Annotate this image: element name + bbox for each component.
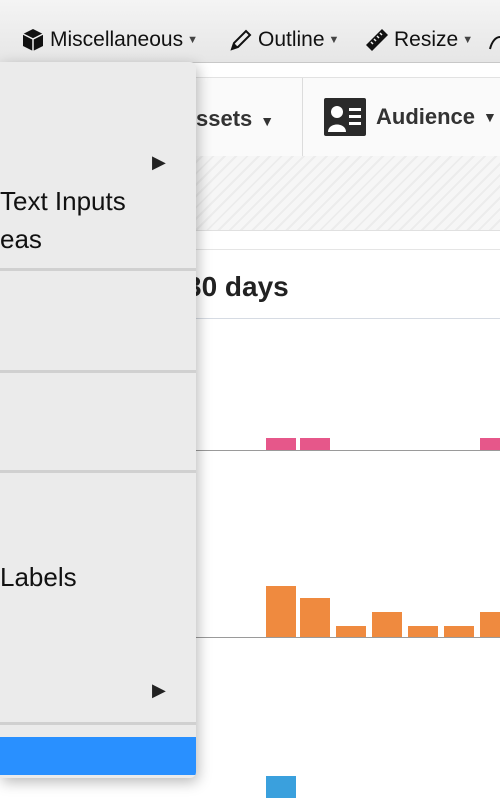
orange-bar <box>300 598 330 637</box>
submenu-arrow-icon: ▶ <box>152 152 166 172</box>
menu-separator <box>0 370 196 373</box>
dropdown-caret-icon: ▼ <box>260 113 275 129</box>
dropdown-caret-icon: ▼ <box>483 109 497 125</box>
orange-bar <box>336 626 366 637</box>
pink-bar <box>480 438 500 450</box>
audience-nav-label: Audience <box>376 104 476 129</box>
menu-separator <box>0 268 196 271</box>
resize-menu-button[interactable]: Resize ▼ <box>364 24 473 56</box>
dropdown-caret-icon: ▼ <box>328 34 340 46</box>
dropdown-caret-icon: ▼ <box>462 34 474 46</box>
audience-icon <box>324 98 366 136</box>
pencil-icon <box>230 29 252 51</box>
assets-nav-item[interactable]: ssets ▼ <box>196 106 274 132</box>
browser-toolbar: Miscellaneous ▼ Outline ▼ Resize ▼ <box>0 0 500 63</box>
menu-item-labels[interactable]: Labels <box>0 562 77 593</box>
menu-item-areas[interactable]: eas <box>0 224 42 255</box>
menu-separator <box>0 722 196 725</box>
dropdown-caret-icon: ▼ <box>187 34 198 46</box>
blue-bar <box>266 776 296 798</box>
outline-menu-button[interactable]: Outline ▼ <box>228 24 339 56</box>
menu-item-text-inputs[interactable]: Text Inputs <box>0 186 126 217</box>
orange-bar <box>372 612 402 637</box>
miscellaneous-menu-button[interactable]: Miscellaneous ▼ <box>20 24 198 56</box>
orange-chart-baseline <box>196 637 500 638</box>
period-title: 30 days <box>186 271 289 302</box>
menu-separator <box>0 470 196 473</box>
menu-item-highlighted[interactable] <box>0 737 196 775</box>
title-underline <box>196 318 500 319</box>
orange-bar <box>408 626 438 637</box>
dropdown-menu: ▶ Text Inputs eas Labels ▶ <box>0 62 196 778</box>
assets-nav-label: ssets <box>196 106 253 131</box>
pink-chart-baseline <box>196 450 500 451</box>
orange-bar <box>266 586 296 637</box>
audience-nav-item[interactable]: Audience ▼ <box>324 93 497 141</box>
resize-label: Resize <box>394 28 459 51</box>
outline-label: Outline <box>258 28 325 51</box>
cube-icon <box>22 29 44 51</box>
submenu-arrow-icon: ▶ <box>152 680 166 700</box>
section-divider <box>196 249 500 250</box>
pink-bar <box>266 438 296 450</box>
orange-bar <box>444 626 474 637</box>
nav-divider <box>302 78 303 156</box>
pink-bar <box>300 438 330 450</box>
miscellaneous-label: Miscellaneous <box>50 28 184 51</box>
ruler-icon <box>366 29 388 51</box>
overflow-tool-icon[interactable] <box>488 24 500 56</box>
orange-bar <box>480 612 500 637</box>
